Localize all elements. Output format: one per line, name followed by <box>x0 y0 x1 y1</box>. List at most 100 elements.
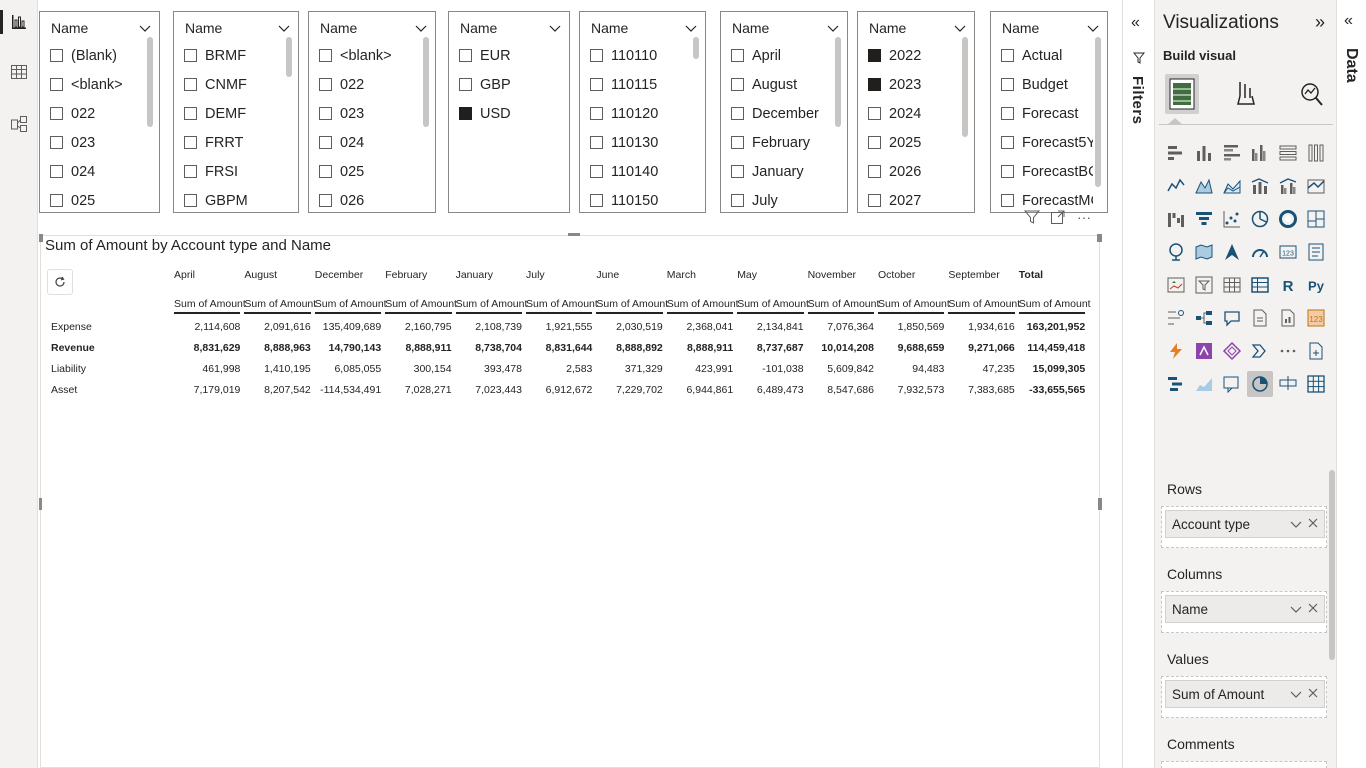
checkbox[interactable] <box>868 49 881 62</box>
checkbox[interactable] <box>50 165 63 178</box>
matrix-cell[interactable]: 135,409,689 <box>315 321 381 333</box>
expand-visualizations-button[interactable]: » <box>1315 12 1325 33</box>
chevron-down-icon[interactable] <box>1290 603 1302 615</box>
visual-type-button[interactable]: Py <box>1303 272 1329 298</box>
matrix-cell[interactable]: 7,028,271 <box>385 384 452 396</box>
slicer-item[interactable]: <blank> <box>50 70 145 99</box>
checkbox[interactable] <box>319 194 332 207</box>
chevron-down-icon[interactable] <box>1290 518 1302 530</box>
visual-type-button[interactable] <box>1163 206 1189 232</box>
value-header[interactable]: Sum of Amount <box>314 298 387 314</box>
slicer-item[interactable]: February <box>731 128 833 157</box>
close-icon[interactable] <box>1308 518 1318 528</box>
chevron-down-icon[interactable] <box>1290 688 1302 700</box>
checkbox[interactable] <box>868 194 881 207</box>
column-header[interactable]: January <box>456 269 493 281</box>
field-well[interactable]: Sum of Amount <box>1161 676 1327 718</box>
resize-handle[interactable] <box>1097 234 1102 242</box>
checkbox[interactable] <box>184 49 197 62</box>
checkbox[interactable] <box>50 49 63 62</box>
matrix-cell[interactable]: 6,912,672 <box>526 384 593 396</box>
visual-type-button[interactable] <box>1247 272 1273 298</box>
checkbox[interactable] <box>184 194 197 207</box>
value-header[interactable]: Sum of Amount <box>244 298 316 314</box>
row-header[interactable]: Revenue <box>51 342 95 354</box>
focus-mode-icon[interactable] <box>1049 208 1067 226</box>
slicer-scrollbar[interactable] <box>962 37 968 137</box>
matrix-cell[interactable]: 5,609,842 <box>808 363 874 375</box>
slicer[interactable]: Name EUR GBP USD <box>448 11 570 213</box>
matrix-cell[interactable]: 7,076,364 <box>808 321 874 333</box>
close-icon[interactable] <box>1308 688 1318 698</box>
visual-type-button[interactable] <box>1219 140 1245 166</box>
matrix-cell[interactable]: 1,410,195 <box>244 363 311 375</box>
matrix-cell[interactable]: 8,547,686 <box>808 384 874 396</box>
matrix-cell[interactable]: 14,790,143 <box>315 342 382 354</box>
column-header[interactable]: August <box>244 269 277 281</box>
slicer-header[interactable]: Name <box>460 19 561 37</box>
value-header[interactable]: Sum of Amount <box>455 298 527 314</box>
value-header[interactable]: Sum of Amount <box>1018 298 1091 314</box>
chevron-down-icon[interactable] <box>954 22 966 34</box>
slicer-scrollbar[interactable] <box>835 37 841 127</box>
visual-type-button[interactable] <box>1303 140 1329 166</box>
chevron-down-icon[interactable] <box>827 22 839 34</box>
visual-type-button[interactable] <box>1275 371 1301 397</box>
visual-type-button[interactable]: 123 <box>1303 305 1329 331</box>
slicer-item[interactable]: 2022 <box>868 41 960 70</box>
matrix-visual[interactable]: Sum of Amount by Account type and Name A… <box>39 233 1102 768</box>
column-header[interactable]: February <box>385 269 427 281</box>
slicer-item[interactable]: 110120 <box>590 99 691 128</box>
matrix-cell[interactable]: 8,888,892 <box>596 342 663 354</box>
visual-type-button[interactable] <box>1275 305 1301 331</box>
slicer[interactable]: Name 2022 2023 2024 2025 2026 2027 <box>857 11 975 213</box>
slicer-item[interactable]: 110115 <box>590 70 691 99</box>
checkbox[interactable] <box>731 107 744 120</box>
report-view-button[interactable] <box>0 10 31 34</box>
matrix-cell[interactable]: 300,154 <box>385 363 452 375</box>
field-pill[interactable]: Name <box>1165 595 1325 623</box>
matrix-cell[interactable]: 8,738,704 <box>456 342 522 354</box>
checkbox[interactable] <box>590 107 603 120</box>
matrix-cell[interactable]: 2,108,739 <box>456 321 522 333</box>
slicer-item[interactable]: Budget <box>1001 70 1093 99</box>
visual-type-button[interactable]: R <box>1275 272 1301 298</box>
data-label[interactable]: Data <box>1342 48 1360 83</box>
matrix-cell[interactable]: 2,030,519 <box>596 321 663 333</box>
slicer-item[interactable]: 110150 <box>590 186 691 215</box>
checkbox[interactable] <box>184 136 197 149</box>
tab-format-visual[interactable] <box>1229 74 1263 114</box>
column-header[interactable]: Total <box>1019 269 1043 281</box>
slicer-item[interactable]: USD <box>459 99 555 128</box>
checkbox[interactable] <box>731 78 744 91</box>
matrix-cell[interactable]: 9,271,066 <box>948 342 1015 354</box>
visualizations-scrollbar[interactable] <box>1329 470 1335 660</box>
checkbox[interactable] <box>731 49 744 62</box>
slicer-item[interactable]: Forecast <box>1001 99 1093 128</box>
visual-type-button[interactable] <box>1219 272 1245 298</box>
column-header[interactable]: May <box>737 269 757 281</box>
slicer[interactable]: Name Actual Budget Forecast Forecast5YR Forec… <box>990 11 1108 213</box>
slicer-item[interactable]: 2023 <box>868 70 960 99</box>
matrix-cell[interactable]: -114,534,491 <box>315 384 381 396</box>
tab-analytics[interactable] <box>1295 74 1329 114</box>
slicer-item[interactable]: 023 <box>319 99 421 128</box>
checkbox[interactable] <box>868 107 881 120</box>
slicer-scrollbar[interactable] <box>693 37 699 59</box>
matrix-cell[interactable]: 8,831,644 <box>526 342 593 354</box>
visual-type-button[interactable] <box>1191 206 1217 232</box>
column-header[interactable]: November <box>808 269 856 281</box>
matrix-cell[interactable]: 371,329 <box>596 363 663 375</box>
filters-label[interactable]: Filters <box>1129 76 1146 125</box>
checkbox[interactable] <box>50 107 63 120</box>
column-header[interactable]: March <box>667 269 696 281</box>
checkbox[interactable] <box>1001 165 1014 178</box>
column-header[interactable]: April <box>174 269 195 281</box>
slicer[interactable]: Name April August December February January Ju… <box>720 11 848 213</box>
slicer-item[interactable]: July <box>731 186 833 215</box>
checkbox[interactable] <box>319 107 332 120</box>
checkbox[interactable] <box>590 49 603 62</box>
visual-type-button[interactable] <box>1163 239 1189 265</box>
slicer-item[interactable]: 2025 <box>868 128 960 157</box>
checkbox[interactable] <box>731 136 744 149</box>
